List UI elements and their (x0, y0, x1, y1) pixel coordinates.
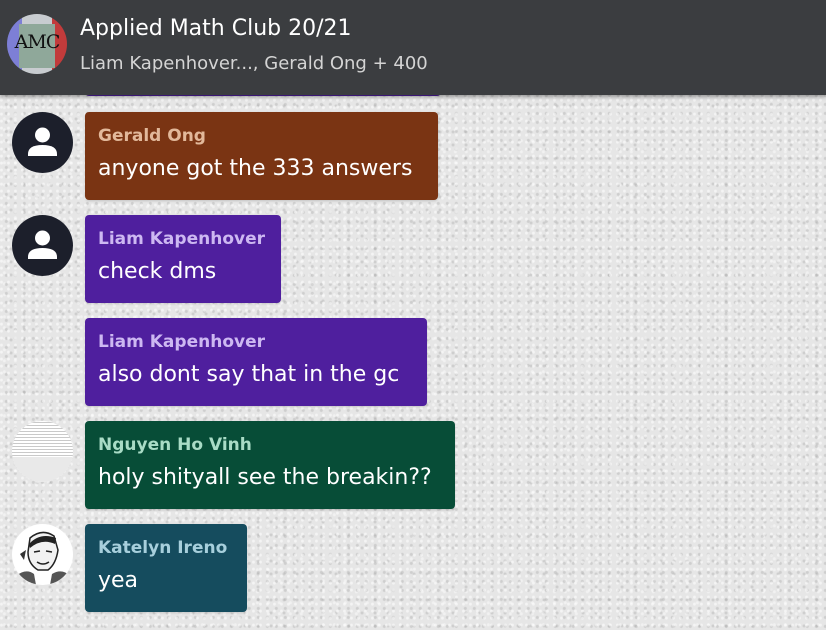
message-sender[interactable]: Liam Kapenhover (98, 332, 265, 352)
user-avatar-photo[interactable] (12, 524, 73, 585)
user-avatar-photo[interactable] (12, 421, 73, 482)
chat-header: AMC Applied Math Club 20/21 Liam Kapenho… (0, 0, 826, 95)
chat-members[interactable]: Liam Kapenhover..., Gerald Ong + 400 (80, 53, 428, 74)
user-avatar-icon[interactable] (12, 112, 73, 173)
message-bubble[interactable]: Katelyn Ireno yea (85, 524, 247, 612)
message-sender[interactable]: Nguyen Ho Vinh (98, 435, 252, 455)
message-text: also dont say that in the gc (98, 362, 400, 387)
message-text: check dms (98, 259, 217, 284)
group-avatar-text: AMC (14, 31, 61, 53)
message-text: holy shityall see the breakin?? (98, 465, 432, 490)
user-avatar-icon[interactable] (12, 215, 73, 276)
message-bubble[interactable]: Liam Kapenhover check dms (85, 215, 281, 303)
group-avatar[interactable]: AMC (7, 14, 67, 74)
message-bubble[interactable]: Gerald Ong anyone got the 333 answers (85, 112, 438, 200)
message-sender[interactable]: Liam Kapenhover (98, 229, 265, 249)
message-sender[interactable]: Katelyn Ireno (98, 538, 227, 558)
message-text: yea (98, 568, 139, 593)
message-text: anyone got the 333 answers (98, 156, 413, 181)
chat-title[interactable]: Applied Math Club 20/21 (80, 16, 352, 41)
message-bubble[interactable]: Liam Kapenhover also dont say that in th… (85, 318, 427, 406)
message-bubble[interactable]: Nguyen Ho Vinh holy shityall see the bre… (85, 421, 455, 509)
message-sender[interactable]: Gerald Ong (98, 126, 206, 146)
